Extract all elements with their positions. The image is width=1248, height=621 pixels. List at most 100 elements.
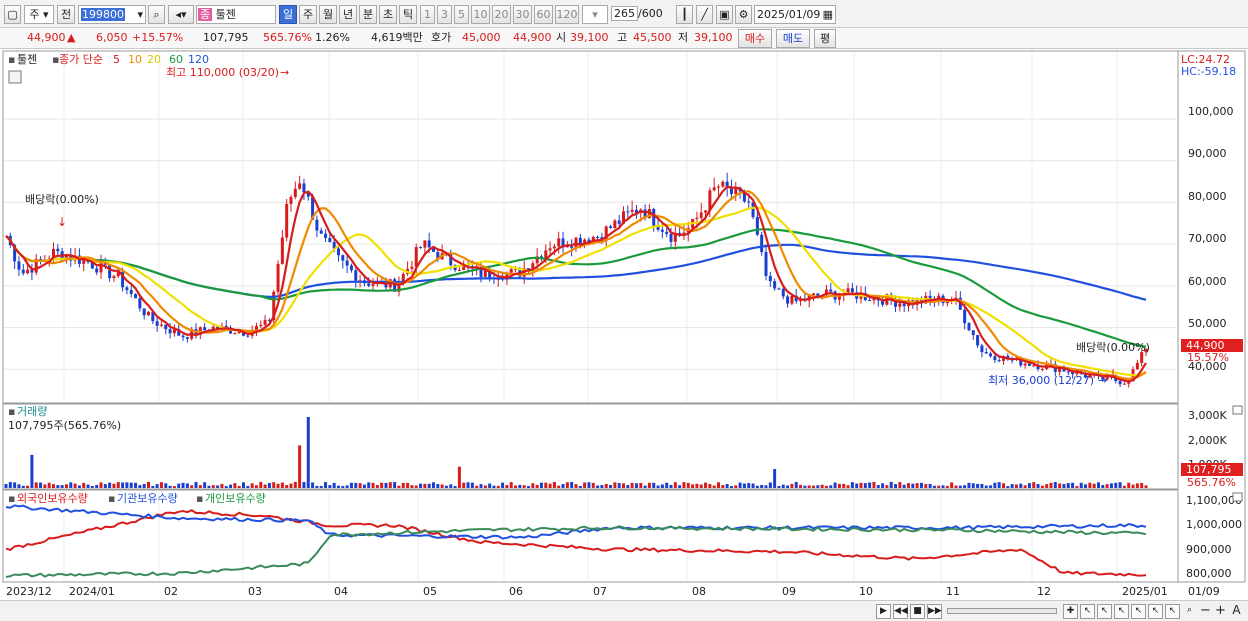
period-year-tab[interactable]: 년 [339,5,357,24]
draw-icon[interactable]: ↖ [1148,604,1163,619]
volume-bar [501,482,505,488]
interval-3[interactable]: 3 [437,5,452,24]
period-second-tab[interactable]: 초 [379,5,397,24]
buy-button[interactable]: 매수 [738,29,772,48]
candle-body [989,353,993,357]
font-size-icon[interactable]: A [1229,604,1244,619]
line-tool-icon[interactable]: ╱ [696,5,713,24]
period-tick-tab[interactable]: 틱 [399,5,417,24]
volume-bar [246,485,250,488]
volume-bar [941,485,945,488]
candle-body [755,217,759,235]
volume-close-icon[interactable] [1232,405,1243,415]
volume-bar [26,485,30,488]
volume-bar [332,482,336,488]
interval-10[interactable]: 10 [471,5,490,24]
sell-button[interactable]: 매도 [776,29,810,48]
draw-icon[interactable]: ↖ [1165,604,1180,619]
magnifier-icon[interactable]: ⌕ [1182,604,1197,619]
scroll-back-icon[interactable]: ◀◀ [893,604,908,619]
interval-30[interactable]: 30 [513,5,532,24]
volume-bar [259,481,263,488]
candle-body [557,238,561,247]
volume-bar [181,482,185,488]
speaker-icon[interactable]: ◂▾ [168,5,194,24]
eval-button[interactable]: 평 [814,29,836,48]
candle-body [971,330,975,336]
volume-bar [103,484,107,488]
count-input[interactable]: 265 [611,6,638,21]
candle-body [552,246,556,249]
scroll-next-icon[interactable]: ▶ [876,604,891,619]
interval-1[interactable]: 1 [420,5,435,24]
volume-bar [1045,484,1049,488]
candle-body [354,270,358,281]
fast-forward-icon[interactable]: ▶▶ [927,604,942,619]
volume-bar [401,482,405,488]
candle-body [1023,363,1027,366]
chart-area[interactable]: ▪ 툴젠 ▪ 종가 단순 5 10 20 60 120 LC:24.72 HC:… [0,50,1248,621]
ask-price-1: 45,000 [462,31,501,44]
stock-name-field[interactable]: 종 툴젠 [196,5,276,24]
code-input[interactable]: 199800 ▾ [78,5,146,24]
date-input[interactable]: 2025/01/09 ▦ [754,5,836,24]
volume-bar [1032,482,1036,488]
zoom-out-icon[interactable]: − [1198,604,1213,619]
volume-bar [73,483,77,488]
stop-icon[interactable]: ■ [910,604,925,619]
interval-60[interactable]: 60 [534,5,553,24]
volume-bar [807,485,811,488]
volume-bar [997,482,1001,488]
volume-bar [734,485,738,488]
volume-bar [250,483,254,488]
open-label: 시 [556,31,567,44]
calculator-icon[interactable] [8,70,22,84]
volume-bar [337,485,340,488]
zoom-in-icon[interactable]: + [1213,604,1228,619]
volume-bar [410,485,414,488]
range-slider[interactable] [947,608,1057,614]
volume-bar [8,482,12,488]
volume-bar [315,485,319,488]
draw-icon[interactable]: ↖ [1114,604,1129,619]
x-axis: 2023/12 2024/01 02 03 04 05 06 07 08 09 … [6,585,1220,598]
volume-bar [47,482,51,488]
period-month-tab[interactable]: 월 [319,5,337,24]
market-select[interactable]: 주 ▾ [24,5,54,24]
interval-20[interactable]: 20 [492,5,511,24]
crosshair-icon[interactable]: ✚ [1063,604,1078,619]
interval-120[interactable]: 120 [555,5,579,24]
volume-bar [565,482,569,488]
volume-bar [755,485,759,488]
period-minute-tab[interactable]: 분 [359,5,377,24]
volume-bar [276,483,280,488]
volume-bar [298,445,302,488]
volume-bar [850,482,854,488]
volume-bar [147,481,150,488]
draw-icon[interactable]: ↖ [1131,604,1146,619]
draw-icon[interactable]: ↖ [1080,604,1095,619]
volume-bar [328,485,332,488]
candle-icon[interactable]: ┃ [676,5,693,24]
window-icon[interactable]: ▢ [4,5,21,24]
volume-bar [634,483,638,488]
candle-body [993,356,997,361]
volume-bar [384,482,388,488]
interval-custom-select[interactable]: ▾ [582,5,608,24]
search-icon[interactable]: ⌕ [148,5,165,24]
stock-chart-svg[interactable]: ▪ 툴젠 ▪ 종가 단순 5 10 20 60 120 LC:24.72 HC:… [0,50,1248,600]
holding-close-icon[interactable] [1232,492,1243,502]
volume-bar [69,482,73,488]
save-icon[interactable]: ▣ [716,5,733,24]
period-week-tab[interactable]: 주 [299,5,317,24]
prev-button[interactable]: 전 [57,5,75,24]
settings-icon[interactable]: ⚙ [735,5,752,24]
volume-bar [1053,481,1057,488]
interval-5[interactable]: 5 [454,5,469,24]
volume-bar [824,485,828,488]
period-day-tab[interactable]: 일 [279,5,297,24]
candle-body [1118,381,1122,385]
draw-icon[interactable]: ↖ [1097,604,1112,619]
calendar-icon[interactable]: ▦ [823,6,833,23]
volume-bar [1058,483,1062,488]
